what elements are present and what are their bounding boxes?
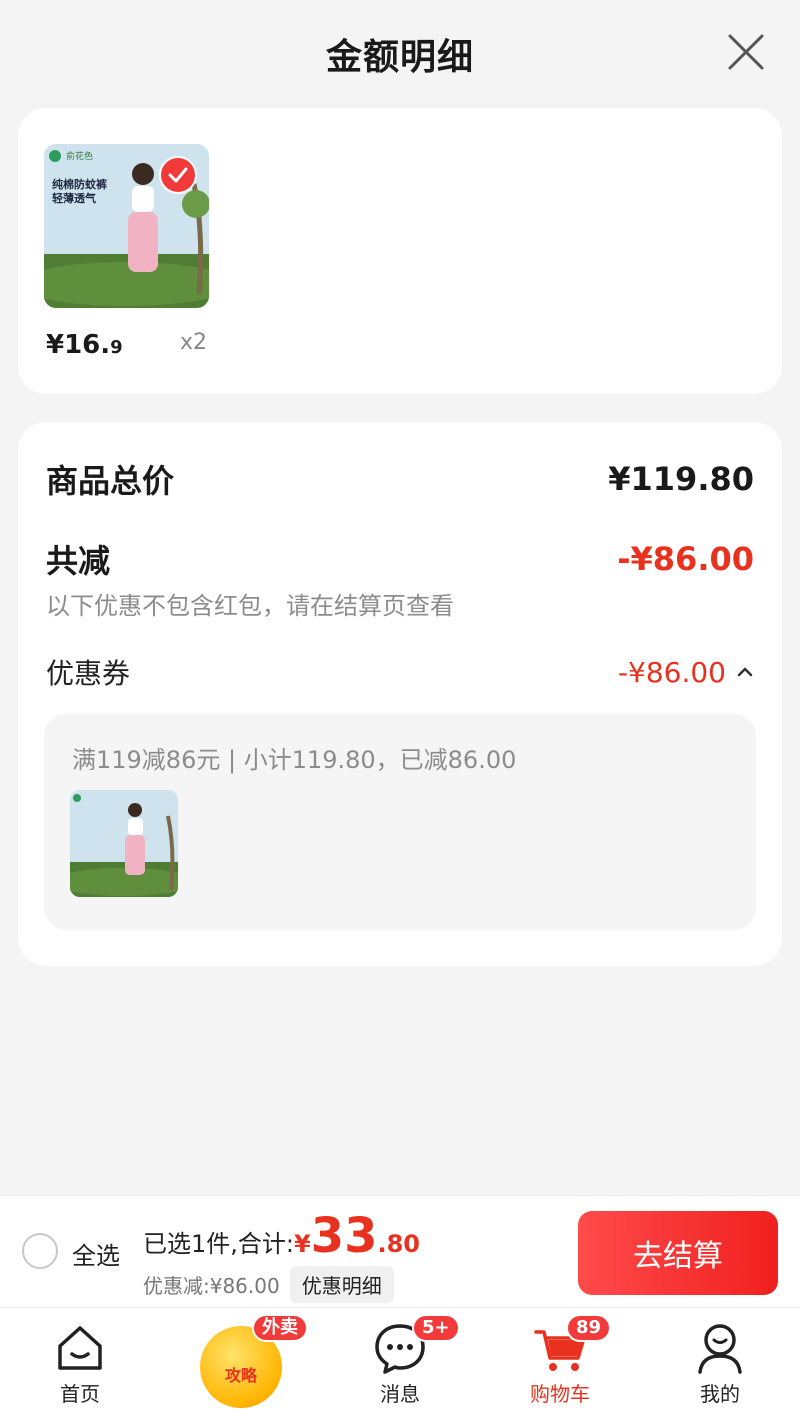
reduce-label: 共减 — [46, 542, 111, 580]
thumb-brand: 俞花色 — [66, 150, 93, 161]
messages-badge: 5+ — [412, 1314, 460, 1342]
product-quantity: x2 — [180, 330, 208, 355]
total-value: ¥119.80 — [608, 460, 754, 498]
promo-text: 攻略 — [224, 1366, 257, 1385]
coupon-label: 优惠券 — [46, 657, 131, 690]
tab-mine-label: 我的 — [700, 1382, 740, 1406]
cart-badge: 89 — [566, 1314, 612, 1342]
promo-badge: 外卖 — [252, 1314, 308, 1342]
tab-cart[interactable]: 89 购物车 — [480, 1308, 640, 1419]
discount-text: 优惠减:¥86.00 — [143, 1274, 280, 1298]
selected-check-icon[interactable] — [159, 156, 197, 194]
coupon-value: -¥86.00 — [617, 655, 726, 689]
total-decimal: .80 — [377, 1230, 420, 1258]
tab-cart-label: 购物车 — [530, 1382, 590, 1406]
price-detail-card: 商品总价 ¥119.80 共减 -¥86.00 以下优惠不包含红包，请在结算页查… — [18, 422, 782, 966]
profile-icon — [698, 1324, 742, 1374]
checkout-bar: 全选 已选1件,合计: ¥ 33 .80 优惠减:¥86.00 优惠明细 去结算 — [0, 1195, 800, 1307]
coupon-rule: 满119减86元 | 小计119.80，已减86.00 — [72, 746, 517, 774]
select-all-radio[interactable] — [22, 1233, 58, 1269]
thumb-line1: 纯棉防蚊裤 — [52, 177, 107, 191]
home-icon — [58, 1326, 102, 1370]
product-price: ¥16. 9 — [46, 330, 123, 360]
sheet-header: 金额明细 — [0, 0, 800, 108]
total-row: 商品总价 ¥119.80 — [46, 456, 754, 502]
coupon-row[interactable]: 优惠券 -¥86.00 — [46, 652, 754, 692]
tab-home-label: 首页 — [60, 1382, 100, 1406]
reduce-value: -¥86.00 — [617, 540, 754, 578]
tab-promo[interactable]: 攻略 外卖 — [160, 1308, 320, 1419]
tab-mine[interactable]: 我的 — [640, 1308, 800, 1419]
checkout-button[interactable]: 去结算 — [578, 1211, 778, 1295]
reduce-note: 以下优惠不包含红包，请在结算页查看 — [46, 592, 454, 620]
chevron-up-icon[interactable] — [736, 666, 754, 678]
price-decimal: 9 — [110, 337, 123, 358]
amount-detail-sheet: 金额明细 俞花色 纯棉防蚊裤 轻薄透气 ¥16. 9 x2 商品总价 ¥119.… — [0, 0, 800, 1195]
coupon-product-thumbnail[interactable] — [70, 790, 178, 897]
coupon-value-wrap: -¥86.00 — [618, 656, 754, 689]
select-all-label[interactable]: 全选 — [72, 1236, 120, 1271]
selected-label: 已选1件,合计: — [143, 1230, 294, 1258]
tab-messages-label: 消息 — [380, 1382, 420, 1406]
price-main: ¥16. — [46, 330, 111, 360]
thumb-line2: 轻薄透气 — [52, 191, 96, 205]
sheet-title: 金额明细 — [325, 37, 474, 78]
total-line: 已选1件,合计: ¥ 33 .80 — [143, 1212, 420, 1260]
tab-home[interactable]: 首页 — [0, 1308, 160, 1419]
total-yen: ¥ — [293, 1230, 311, 1258]
reduce-row: 共减 -¥86.00 — [46, 536, 754, 582]
coupon-detail-box: 满119减86元 | 小计119.80，已减86.00 — [44, 714, 756, 930]
discount-detail-button[interactable]: 优惠明细 — [289, 1266, 394, 1303]
total-integer: 33 — [310, 1208, 378, 1264]
product-card: 俞花色 纯棉防蚊裤 轻薄透气 ¥16. 9 x2 — [18, 108, 782, 394]
close-icon[interactable] — [726, 32, 766, 72]
tab-messages[interactable]: 5+ 消息 — [320, 1308, 480, 1419]
total-label: 商品总价 — [46, 462, 175, 500]
discount-line: 优惠减:¥86.00 优惠明细 — [143, 1266, 394, 1303]
tab-bar: 首页 攻略 外卖 5+ 消息 89 购物车 我的 — [0, 1307, 800, 1419]
